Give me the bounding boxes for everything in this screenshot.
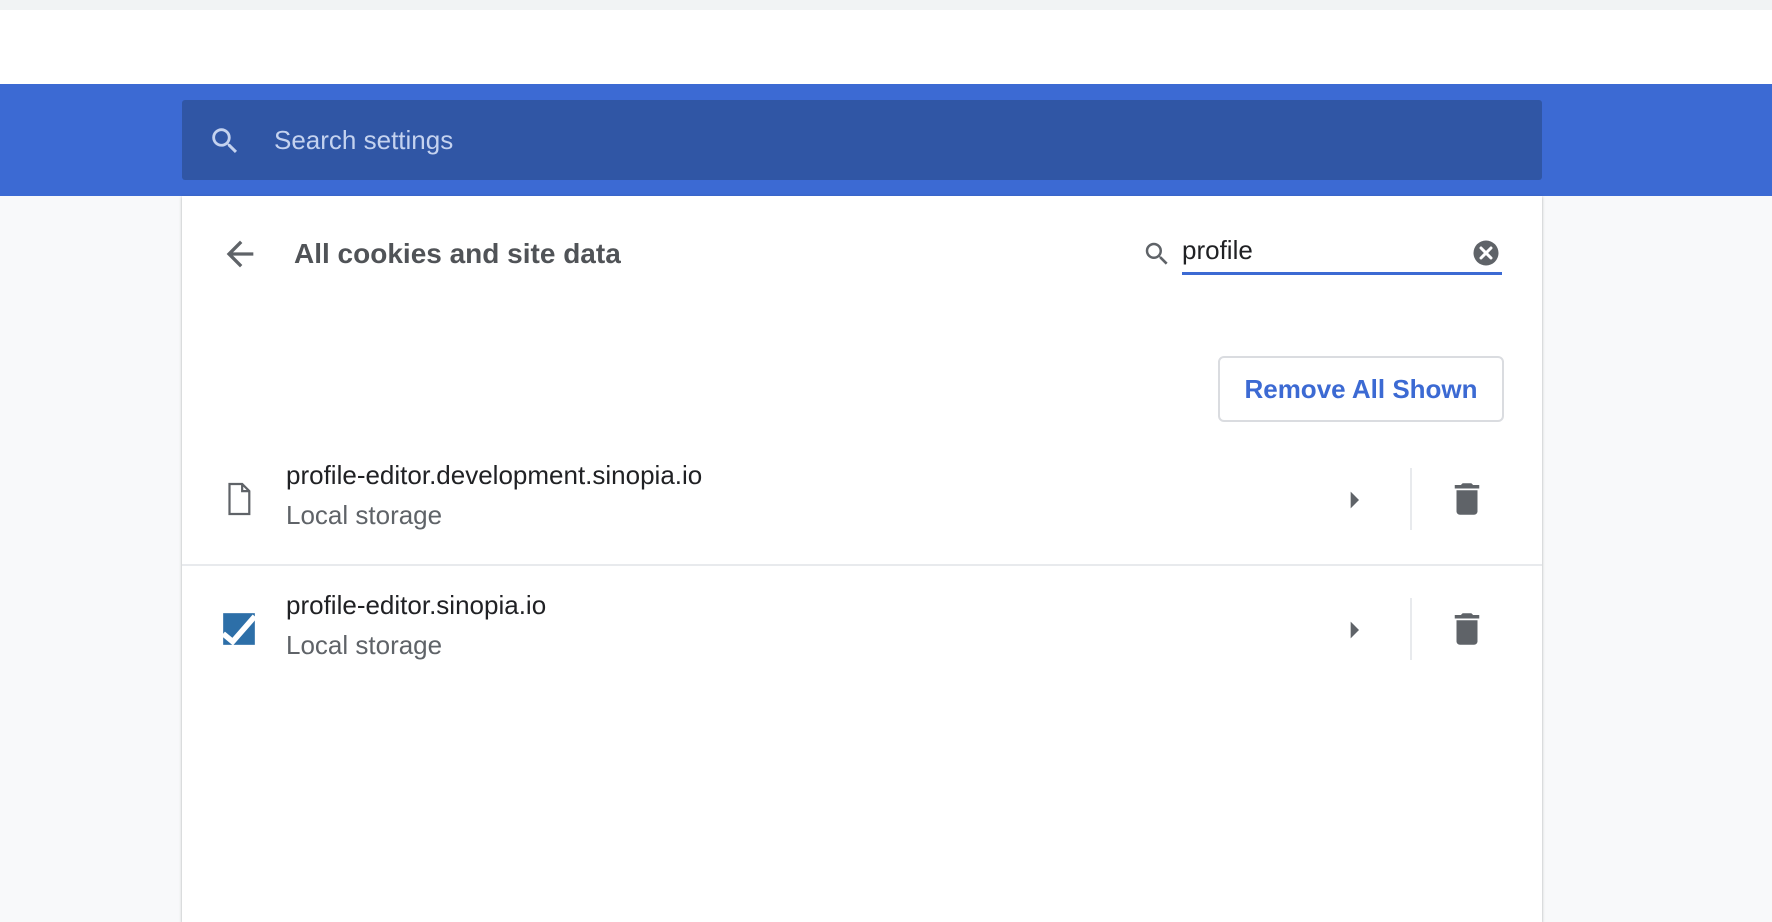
chevron-right-icon[interactable] xyxy=(1334,480,1374,520)
remove-all-shown-button[interactable]: Remove All Shown xyxy=(1218,356,1504,422)
site-name: profile-editor.sinopia.io xyxy=(286,590,547,620)
site-detail: Local storage xyxy=(286,500,443,530)
search-icon xyxy=(1142,239,1172,269)
settings-search-bar[interactable]: Search settings xyxy=(182,100,1542,180)
top-spacer xyxy=(0,10,1772,84)
browser-top-strip xyxy=(0,0,1772,10)
row-divider xyxy=(1410,598,1412,660)
site-detail: Local storage xyxy=(286,630,443,660)
search-placeholder: Search settings xyxy=(274,125,454,155)
file-icon xyxy=(220,480,258,518)
chevron-right-icon[interactable] xyxy=(1334,610,1374,650)
site-row[interactable]: profile-editor.development.sinopia.io Lo… xyxy=(182,434,1542,566)
arrow-back-icon[interactable] xyxy=(220,234,260,274)
site-name: profile-editor.development.sinopia.io xyxy=(286,460,703,490)
row-divider xyxy=(1410,468,1412,530)
trash-icon[interactable] xyxy=(1446,608,1488,650)
page-title: All cookies and site data xyxy=(294,238,621,269)
checkmark-favicon-icon xyxy=(220,610,258,648)
site-row[interactable]: profile-editor.sinopia.io Local storage xyxy=(182,564,1542,694)
cookie-filter-input[interactable]: profile xyxy=(1182,228,1502,275)
trash-icon[interactable] xyxy=(1446,478,1488,520)
close-circle-icon[interactable] xyxy=(1471,238,1501,268)
search-icon xyxy=(208,124,242,158)
